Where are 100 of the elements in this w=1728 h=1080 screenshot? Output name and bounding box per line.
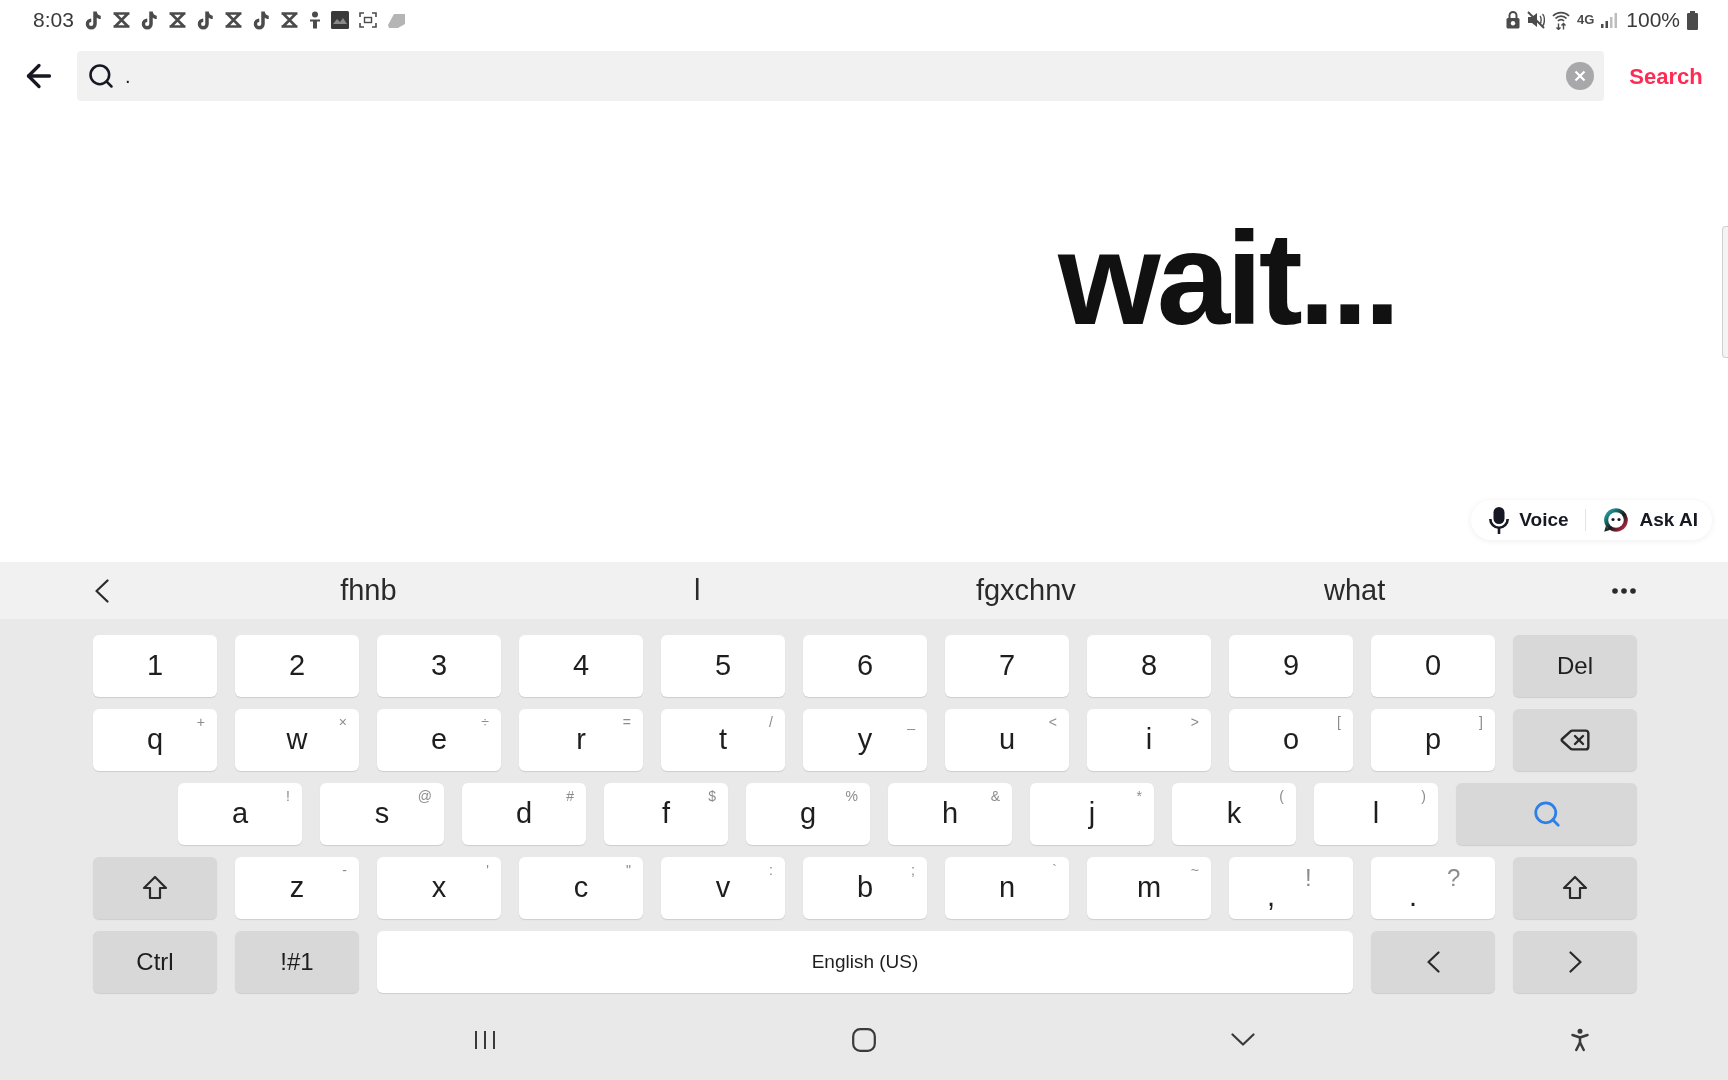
key-hint: /: [769, 714, 773, 730]
screen-capture-icon: [358, 12, 377, 28]
key-hint: _: [907, 714, 915, 730]
space-key[interactable]: English (US): [377, 931, 1353, 993]
key-hint: -: [342, 862, 347, 878]
keyboard-key[interactable]: t /: [661, 709, 785, 771]
keyboard-key[interactable]: a !: [178, 783, 302, 845]
keyboard-key[interactable]: 9: [1229, 635, 1353, 697]
signal-icon: [1601, 12, 1618, 28]
action-label: Ask AI: [1639, 507, 1698, 532]
more-icon: [1611, 587, 1636, 594]
key-hint: ~: [1190, 862, 1199, 878]
keyboard-key[interactable]: w ×: [235, 709, 359, 771]
suggestion-item[interactable]: l: [532, 568, 862, 613]
card-icon: [386, 12, 406, 28]
key-hint: [: [1337, 714, 1341, 730]
keyboard-key[interactable]: y _: [803, 709, 927, 771]
search-query: .: [125, 64, 131, 89]
search-button[interactable]: Search: [1604, 51, 1728, 101]
wifi-icon: [1551, 10, 1570, 30]
keyboard-key[interactable]: c ": [519, 857, 643, 919]
chevron-left-icon: [95, 578, 109, 603]
chevron-down-icon: [1230, 1033, 1255, 1046]
keyboard-key[interactable]: 1: [93, 635, 217, 697]
keyboard-key[interactable]: 2: [235, 635, 359, 697]
music-note-icon: [252, 10, 270, 30]
hourglass-icon: [167, 12, 187, 28]
keyboard-key[interactable]: !#1: [235, 931, 359, 993]
keyboard-key[interactable]: d #: [462, 783, 586, 845]
key-hint: @: [417, 788, 432, 804]
microphone-icon: [1489, 506, 1510, 534]
close-icon: [1574, 70, 1586, 82]
keyboard-key[interactable]: Del: [1513, 635, 1637, 697]
keyboard-key[interactable]: 5: [661, 635, 785, 697]
keyboard-key[interactable]: i >: [1087, 709, 1211, 771]
key-hint: %: [845, 788, 858, 804]
key-hint: ?: [1447, 865, 1461, 891]
keyboard-key[interactable]: x ': [377, 857, 501, 919]
chevron-right-icon: [1568, 951, 1582, 973]
search-key[interactable]: [1456, 783, 1637, 845]
keyboard-key[interactable]: l ): [1314, 783, 1438, 845]
keyboard-key[interactable]: r =: [519, 709, 643, 771]
suggestion-item[interactable]: what: [1190, 568, 1519, 613]
keyboard-key[interactable]: p ]: [1371, 709, 1495, 771]
mute-icon: [1526, 11, 1545, 29]
keyboard-key[interactable]: b ;: [803, 857, 927, 919]
key-hint: &: [990, 788, 1000, 804]
keyboard-key[interactable]: q +: [93, 709, 217, 771]
suggestion-item[interactable]: fhnb: [204, 568, 533, 613]
keyboard-key[interactable]: 7: [945, 635, 1069, 697]
keyboard-key[interactable]: . ?: [1371, 857, 1495, 919]
keyboard-key[interactable]: n `: [945, 857, 1069, 919]
key-hint: ]: [1479, 714, 1483, 730]
key-hint: !: [286, 788, 290, 804]
shift-key[interactable]: [93, 857, 217, 919]
clear-button[interactable]: [1566, 62, 1594, 90]
keyboard-key[interactable]: h &: [888, 783, 1012, 845]
suggestion-item[interactable]: fgxchnv: [861, 568, 1191, 613]
hourglass-icon: [279, 12, 299, 28]
keyboard-key[interactable]: Ctrl: [93, 931, 217, 993]
ask-ai-button[interactable]: Ask AI: [1601, 500, 1698, 540]
cursor-left-key[interactable]: [1371, 931, 1495, 993]
key-hint: <: [1048, 714, 1057, 730]
key-hint: $: [708, 788, 716, 804]
key-hint: !: [1305, 865, 1312, 891]
edge-panel-handle[interactable]: [1722, 226, 1728, 358]
keyboard-key[interactable]: u <: [945, 709, 1069, 771]
cursor-right-key[interactable]: [1513, 931, 1637, 993]
keyboard-key[interactable]: f $: [604, 783, 728, 845]
network-type: 4G: [1576, 13, 1595, 27]
key-hint: ': [486, 862, 489, 878]
image-icon: [330, 11, 349, 29]
battery-level: 100%: [1626, 7, 1680, 34]
keyboard-key[interactable]: k (: [1172, 783, 1296, 845]
backspace-key[interactable]: [1513, 709, 1637, 771]
hourglass-icon: [111, 12, 131, 28]
shift-icon: [141, 874, 169, 902]
music-note-icon: [84, 10, 102, 30]
keyboard-key[interactable]: , !: [1229, 857, 1353, 919]
keyboard-key[interactable]: m ~: [1087, 857, 1211, 919]
keyboard-key[interactable]: v :: [661, 857, 785, 919]
search-icon: [87, 62, 115, 90]
key-hint: (: [1279, 788, 1284, 804]
keyboard-key[interactable]: s @: [320, 783, 444, 845]
keyboard-key[interactable]: 0: [1371, 635, 1495, 697]
keyboard-key[interactable]: e ÷: [377, 709, 501, 771]
keyboard-key[interactable]: g %: [746, 783, 870, 845]
keyboard-key[interactable]: 8: [1087, 635, 1211, 697]
keyboard-key[interactable]: 4: [519, 635, 643, 697]
key-hint: +: [196, 714, 205, 730]
keyboard-key[interactable]: o [: [1229, 709, 1353, 771]
keyboard-key[interactable]: 6: [803, 635, 927, 697]
voice-button[interactable]: Voice: [1489, 500, 1569, 540]
keyboard-key[interactable]: j *: [1030, 783, 1154, 845]
hourglass-icon: [223, 12, 243, 28]
search-field[interactable]: .: [77, 51, 1604, 101]
shift-key[interactable]: [1513, 857, 1637, 919]
keyboard-key[interactable]: z -: [235, 857, 359, 919]
key-hint: :: [769, 862, 773, 878]
keyboard-key[interactable]: 3: [377, 635, 501, 697]
